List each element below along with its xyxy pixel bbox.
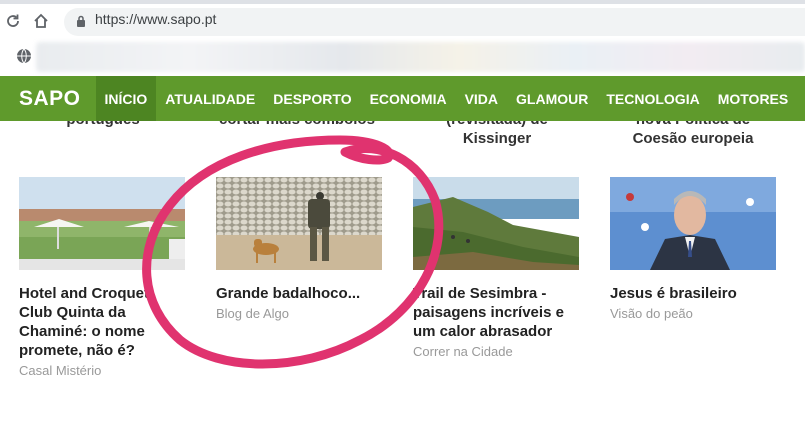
previous-row-headlines: português cortar mais comboios (revisita… — [0, 121, 805, 151]
article-card[interactable]: Grande badalhoco... Blog de Algo — [216, 177, 382, 321]
blurred-bookmarks — [36, 42, 805, 72]
headline-fragment[interactable]: nova Política de Coesão europeia — [610, 121, 776, 148]
article-source[interactable]: Casal Mistério — [19, 363, 185, 378]
article-source[interactable]: Visão do peão — [610, 306, 776, 321]
nav-item-inicio[interactable]: INÍCIO — [95, 76, 157, 121]
article-thumbnail[interactable] — [413, 177, 579, 270]
nav-item-desporto[interactable]: DESPORTO — [264, 76, 360, 121]
article-card[interactable]: Hotel and Croquet Club Quinta da Chaminé… — [19, 177, 185, 378]
article-source[interactable]: Correr na Cidade — [413, 344, 579, 359]
nav-item-economia[interactable]: ECONOMIA — [361, 76, 456, 121]
article-thumbnail[interactable] — [19, 177, 185, 270]
nav-item-vida[interactable]: VIDA — [456, 76, 507, 121]
browser-chrome: https://www.sapo.pt — [0, 0, 805, 76]
article-title[interactable]: Jesus é brasileiro — [610, 284, 776, 303]
headline-fragment[interactable]: (revisitada) de Kissinger — [414, 121, 580, 148]
article-source[interactable]: Blog de Algo — [216, 306, 382, 321]
url-text[interactable]: https://www.sapo.pt — [95, 11, 216, 27]
article-card[interactable]: Jesus é brasileiro Visão do peão — [610, 177, 776, 321]
home-icon[interactable] — [30, 10, 52, 32]
article-title[interactable]: Grande badalhoco... — [216, 284, 382, 303]
nav-item-motores[interactable]: MOTORES — [709, 76, 798, 121]
article-thumbnail[interactable] — [216, 177, 382, 270]
site-logo[interactable]: SAPO — [19, 87, 81, 111]
lock-icon — [76, 14, 86, 27]
tab-strip — [0, 0, 805, 4]
headline-fragment[interactable]: português — [20, 121, 186, 129]
nav-item-tecnologia[interactable]: TECNOLOGIA — [597, 76, 708, 121]
article-thumbnail[interactable] — [610, 177, 776, 270]
article-title[interactable]: Trail de Sesimbra - paisagens incríveis … — [413, 284, 579, 341]
article-title[interactable]: Hotel and Croquet Club Quinta da Chaminé… — [19, 284, 185, 360]
globe-icon[interactable] — [16, 48, 32, 64]
reload-icon[interactable] — [2, 10, 24, 32]
headline-fragment[interactable]: cortar mais comboios — [207, 121, 387, 129]
site-nav: SAPO INÍCIO ATUALIDADE DESPORTO ECONOMIA… — [0, 76, 805, 121]
nav-item-atualidade[interactable]: ATUALIDADE — [156, 76, 264, 121]
article-card[interactable]: Trail de Sesimbra - paisagens incríveis … — [413, 177, 579, 359]
nav-item-glamour[interactable]: GLAMOUR — [507, 76, 597, 121]
